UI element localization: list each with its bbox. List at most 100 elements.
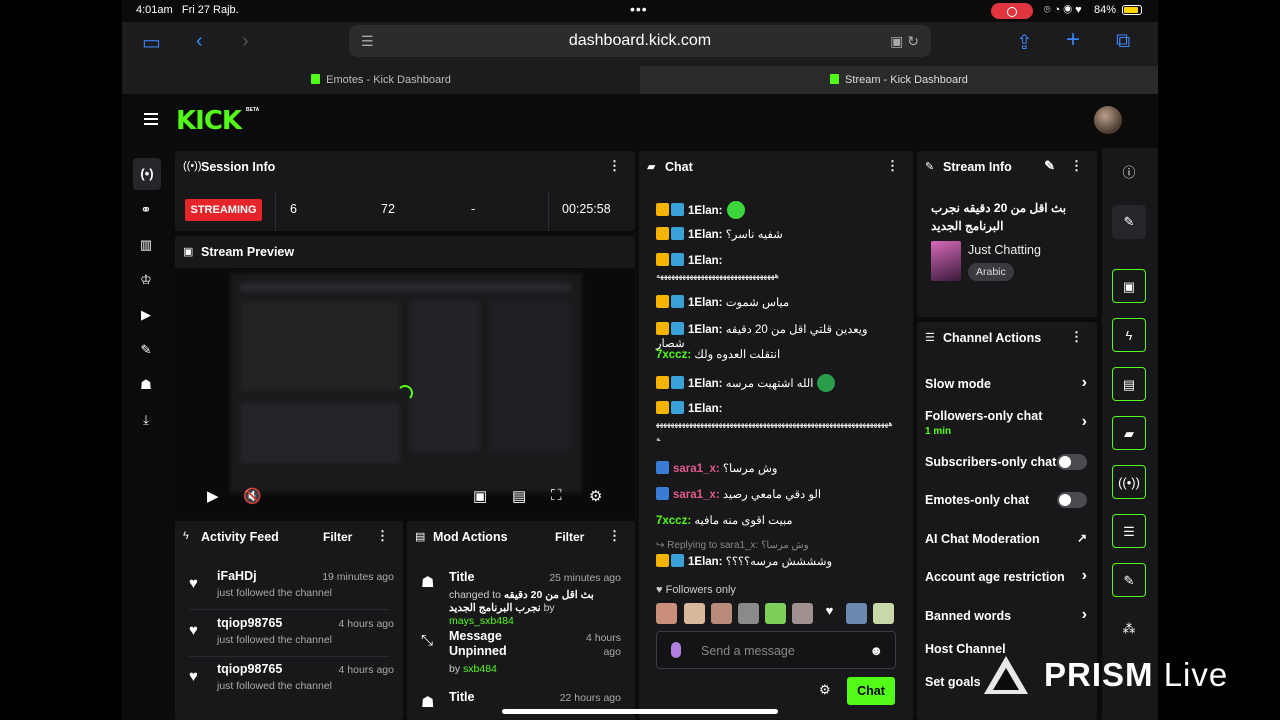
mod-action-detail: changed to بث اقل من 20 دقيقه نجرب البرن… [449, 589, 594, 627]
more-options-icon[interactable]: ⋮ [886, 158, 899, 174]
share-icon[interactable]: ⇪ [1016, 30, 1033, 55]
actions-icon[interactable]: ☰ [1112, 514, 1146, 548]
analytics-nav-icon[interactable]: ▥ [134, 233, 158, 257]
followers-only-row[interactable]: Followers-only chat 1 min [925, 409, 1091, 437]
kick-logo[interactable]: KICK [176, 106, 242, 136]
document-icon[interactable]: ▤ [1112, 367, 1146, 401]
chat-username[interactable]: 1Elan: [688, 205, 723, 217]
new-tab-icon[interactable]: + [1066, 26, 1080, 54]
heart-emote-icon[interactable]: ♥ [819, 603, 840, 624]
heart-icon: ♥ [189, 575, 198, 592]
emotes-only-toggle[interactable] [1057, 492, 1087, 508]
chat-username[interactable]: 1Elan: [688, 403, 723, 415]
chevron-right-icon[interactable]: › [1082, 606, 1087, 624]
chat-message: 1Elan: مياس شموت [656, 295, 896, 310]
chat-text: الله اشتهيت مرسه [725, 378, 814, 390]
mute-icon[interactable]: 🔇 [243, 487, 262, 505]
address-bar[interactable]: ☰ dashboard.kick.com ▣ ↻ [349, 25, 931, 57]
emote-icon[interactable] [738, 603, 759, 624]
forward-icon[interactable]: › [242, 30, 249, 53]
filter-button[interactable]: Filter [555, 530, 584, 544]
chat-username[interactable]: 1Elan: [688, 229, 723, 241]
preview-icon[interactable]: ▣ [1112, 269, 1146, 303]
chat-username[interactable]: 1Elan: [688, 255, 723, 267]
reload-icon[interactable]: ▣ ↻ [890, 25, 919, 57]
menu-icon[interactable] [144, 113, 158, 125]
streaming-badge: STREAMING [185, 199, 262, 221]
chat-username[interactable]: 1Elan: [688, 378, 723, 390]
settings-wrench-nav-icon[interactable]: ✎ [134, 338, 158, 362]
chevron-right-icon[interactable]: › [1082, 374, 1087, 392]
chat-settings-icon[interactable]: ⚙ [819, 682, 831, 698]
sidebar-icon[interactable]: ▭ [142, 30, 161, 55]
chat-username[interactable]: 7xccz: [656, 349, 691, 361]
avatar[interactable] [1094, 106, 1122, 134]
chat-bubble-icon[interactable]: ▰ [1112, 416, 1146, 450]
activity-feed-header: ϟ Activity Feed Filter ⋮ [175, 521, 403, 553]
chat-username[interactable]: 1Elan: [688, 556, 723, 568]
chat-username[interactable]: sara1_x: [673, 463, 720, 475]
wrench-icon[interactable]: ✎ [1112, 563, 1146, 597]
follower-name[interactable]: iFaHDj [217, 569, 257, 583]
chevron-right-icon[interactable]: › [1082, 567, 1087, 585]
banned-words-row[interactable]: Banned words [925, 609, 1091, 623]
category-thumbnail[interactable] [931, 241, 961, 281]
settings-icon[interactable]: ⚙ [589, 487, 602, 505]
activity-text: just followed the channel [217, 680, 332, 692]
back-icon[interactable]: ‹ [196, 30, 203, 53]
edit-icon[interactable]: ✎ [1044, 158, 1055, 174]
emoji-icon[interactable]: ☻ [869, 643, 883, 658]
wrench-icon: ✎ [925, 161, 935, 173]
account-age-row[interactable]: Account age restriction [925, 570, 1091, 584]
ai-moderation-row[interactable]: AI Chat Moderation [925, 532, 1091, 546]
tabs-overview-icon[interactable]: ⧉ [1116, 30, 1130, 53]
more-options-icon[interactable]: ⋮ [608, 528, 621, 544]
emote-icon[interactable] [846, 603, 867, 624]
filter-button[interactable]: Filter [323, 530, 352, 544]
send-chat-button[interactable]: Chat [847, 677, 895, 705]
multitask-dots-icon[interactable]: ••• [630, 1, 648, 17]
pip-icon[interactable]: ▣ [473, 487, 487, 505]
emote-icon[interactable] [765, 603, 786, 624]
extensions-icon[interactable]: ⁂ [1112, 612, 1146, 646]
video-player[interactable]: ▶ 🔇 ▣ ▤ ⛶ ⚙ [175, 268, 635, 518]
more-options-icon[interactable]: ⋮ [376, 528, 389, 544]
video-nav-icon[interactable]: ▶ [134, 303, 158, 327]
fullscreen-icon[interactable]: ⛶ [551, 487, 562, 504]
more-options-icon[interactable]: ⋮ [1070, 329, 1083, 345]
emote-icon[interactable] [656, 603, 677, 624]
tab-stream[interactable]: Stream - Kick Dashboard [640, 66, 1158, 94]
tab-emotes[interactable]: Emotes - Kick Dashboard [122, 66, 640, 94]
external-link-icon[interactable]: ↗ [1077, 531, 1087, 545]
upload-nav-icon[interactable]: ⤓ [134, 408, 158, 432]
chat-input[interactable]: Send a message ☻ [656, 631, 896, 669]
broadcast-icon[interactable]: ((•)) [1112, 465, 1146, 499]
link-nav-icon[interactable]: ⚭ [134, 198, 158, 222]
more-options-icon[interactable]: ⋮ [1070, 158, 1083, 174]
follower-name[interactable]: tqiop98765 [217, 662, 282, 676]
chat-username[interactable]: 1Elan: [688, 324, 723, 336]
follower-name[interactable]: tqiop98765 [217, 616, 282, 630]
stream-nav-icon[interactable]: (•) [133, 158, 161, 190]
chat-username[interactable]: sara1_x: [673, 489, 720, 501]
subscribers-only-toggle[interactable] [1057, 454, 1087, 470]
emote-icon[interactable] [684, 603, 705, 624]
play-icon[interactable]: ▶ [207, 487, 219, 505]
edit-icon[interactable]: ✎ [1112, 205, 1146, 239]
emote-icon[interactable] [873, 603, 894, 624]
page-menu-icon[interactable]: ☰ [361, 25, 374, 57]
theater-icon[interactable]: ▤ [512, 487, 526, 505]
lightning-icon[interactable]: ϟ [1112, 318, 1146, 352]
more-options-icon[interactable]: ⋮ [608, 158, 621, 174]
chat-username[interactable]: 1Elan: [688, 297, 723, 309]
users-nav-icon[interactable]: ☗ [134, 373, 158, 397]
slow-mode-row[interactable]: Slow mode [925, 377, 1091, 391]
chat-username[interactable]: 7xccz: [656, 515, 691, 527]
trophy-nav-icon[interactable]: ♔ [134, 268, 158, 292]
chevron-right-icon[interactable]: › [1082, 413, 1087, 431]
microphone-icon[interactable] [671, 642, 681, 658]
emote-icon[interactable] [711, 603, 732, 624]
info-icon[interactable]: ⓘ [1112, 156, 1146, 190]
emote-icon[interactable] [792, 603, 813, 624]
category-name[interactable]: Just Chatting [968, 243, 1041, 257]
